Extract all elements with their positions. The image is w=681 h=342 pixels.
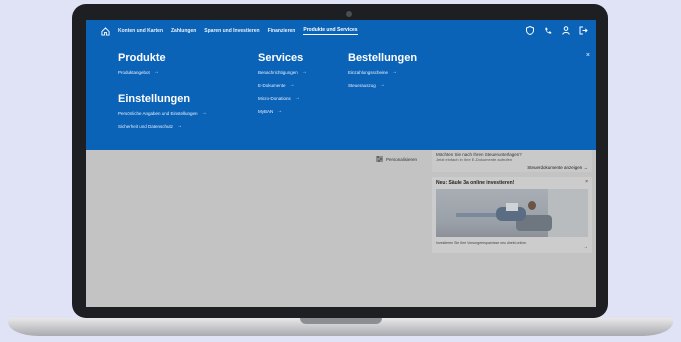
nav-item-konten[interactable]: Konten und Karten	[118, 28, 163, 34]
sidebar-cards: Möchten Sie nach Ihren Steuerunterlagen?…	[432, 150, 592, 253]
promo-image	[436, 189, 588, 237]
nav-item-finanzieren[interactable]: Finanzieren	[268, 28, 296, 34]
image-laptop	[506, 203, 518, 211]
image-person-head	[528, 201, 536, 210]
image-legs	[456, 213, 496, 217]
arrow-right-icon: →	[153, 69, 159, 75]
arrow-right-icon: →	[301, 69, 307, 75]
screen: Konten und Karten Zahlungen Sparen und I…	[86, 20, 596, 307]
personalize-label: Personalisieren	[386, 156, 418, 162]
arrow-right-icon: →	[177, 123, 183, 129]
link-label: Einzahlungsscheine	[348, 69, 389, 75]
user-icon[interactable]	[561, 26, 570, 35]
link-einzahlungsscheine[interactable]: Einzahlungsscheine →	[348, 69, 417, 75]
heading-services: Services	[258, 52, 304, 64]
link-e-dokumente[interactable]: E-Dokumente →	[258, 82, 307, 88]
arrow-right-icon: →	[379, 82, 385, 88]
camera-icon	[346, 11, 352, 17]
heading-einstellungen: Einstellungen	[118, 93, 191, 105]
laptop-notch	[300, 318, 382, 324]
nav-icons	[525, 26, 588, 35]
mega-menu: × Produkte Produktangebot → Einstellunge…	[86, 42, 596, 150]
card-description: Investieren Sie Ihre Vorsorgeersparnisse…	[436, 241, 527, 245]
link-label: Steuerauszug	[348, 82, 376, 88]
arrow-right-icon: →	[294, 95, 300, 101]
link-micro-donations[interactable]: Micro-Donations →	[258, 95, 307, 101]
link-label: Persönliche Angaben und Einstellungen	[118, 110, 198, 116]
arrow-right-icon: →	[277, 108, 283, 114]
link-label: Benachrichtigungen	[258, 69, 298, 75]
link-label: E-Dokumente	[258, 82, 286, 88]
arrow-right-icon: →	[583, 165, 589, 170]
link-produktangebot[interactable]: Produktangebot →	[118, 69, 166, 75]
arrow-right-icon: →	[289, 82, 295, 88]
column-bestellungen: Bestellungen Einzahlungsscheine → Steuer…	[348, 52, 417, 95]
link-sicherheit[interactable]: Sicherheit und Datenschutz →	[118, 123, 207, 129]
link-benachrichtigungen[interactable]: Benachrichtigungen →	[258, 69, 307, 75]
arrow-right-icon: →	[201, 110, 207, 116]
link-label: Micro-Donations	[258, 95, 291, 101]
logout-icon[interactable]	[579, 26, 588, 35]
page-content-overlay: Personalisieren Möchten Sie nach Ihren S…	[86, 150, 596, 307]
nav-item-produkte[interactable]: Produkte und Services	[303, 27, 358, 35]
link-label: MyBAN	[258, 108, 274, 114]
close-icon[interactable]: ×	[585, 179, 588, 185]
link-persoenliche-angaben[interactable]: Persönliche Angaben und Einstellungen →	[118, 110, 207, 116]
home-icon[interactable]	[100, 26, 110, 36]
shield-icon[interactable]	[525, 26, 534, 35]
top-navigation: Konten und Karten Zahlungen Sparen und I…	[86, 20, 596, 42]
show-tax-documents-link[interactable]: Steuerdokumente anzeigen →	[527, 165, 588, 170]
link-label: Produktangebot	[118, 69, 150, 75]
arrow-right-icon: →	[583, 244, 588, 250]
column-einstellungen: Einstellungen Persönliche Angaben und Ei…	[118, 93, 207, 136]
invest-promo-card[interactable]: Neu: Säule 3a online investieren! × Inve…	[432, 177, 592, 253]
sliders-icon	[376, 156, 383, 162]
column-services: Services Benachrichtigungen → E-Dokument…	[258, 52, 307, 121]
heading-produkte: Produkte	[118, 52, 166, 64]
nav-item-sparen[interactable]: Sparen und Investieren	[204, 28, 259, 34]
arrow-right-icon: →	[392, 69, 398, 75]
close-icon[interactable]: ×	[586, 52, 590, 59]
card-subtitle: Jetzt einfach in Ihre E-Dokumente aufruf…	[436, 157, 513, 162]
phone-icon[interactable]	[543, 26, 552, 35]
column-produkte: Produkte Produktangebot →	[118, 52, 166, 82]
personalize-button[interactable]: Personalisieren	[376, 156, 417, 162]
heading-bestellungen: Bestellungen	[348, 52, 418, 64]
link-label: Sicherheit und Datenschutz	[118, 123, 174, 129]
nav-item-zahlungen[interactable]: Zahlungen	[171, 28, 196, 34]
link-label: Steuerdokumente anzeigen	[527, 165, 583, 170]
card-title: Neu: Säule 3a online investieren!	[436, 180, 515, 186]
tax-documents-card: Möchten Sie nach Ihren Steuerunterlagen?…	[432, 150, 592, 172]
link-steuerauszug[interactable]: Steuerauszug →	[348, 82, 417, 88]
image-wall	[548, 189, 588, 237]
link-myban[interactable]: MyBAN →	[258, 108, 307, 114]
